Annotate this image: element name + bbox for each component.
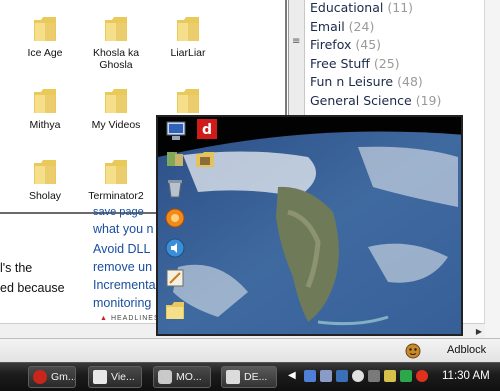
folder-icon — [34, 89, 56, 113]
my-computer-icon[interactable] — [165, 120, 187, 142]
tray-expand-icon[interactable]: ◀ — [288, 370, 300, 382]
body-text-line: ed because — [0, 281, 65, 295]
folder-shortcut-icon[interactable] — [194, 148, 216, 170]
tray-app-icon[interactable] — [352, 370, 364, 382]
body-text-line: l's the — [0, 261, 33, 275]
tray-app-icon[interactable] — [384, 370, 396, 382]
folder-label: Sholay — [28, 190, 62, 202]
category-label: Fun n Leisure — [310, 74, 394, 89]
category-item[interactable]: General Science (19) — [310, 93, 441, 112]
category-list: Educational (11) Email (24) Firefox (45)… — [310, 0, 441, 111]
category-label: Firefox — [310, 37, 352, 52]
folder-label: LiarLiar — [170, 47, 206, 59]
folder-label: Terminator2 — [88, 190, 144, 202]
category-item[interactable]: Firefox (45) — [310, 37, 441, 56]
tray-app-icon[interactable] — [304, 370, 316, 382]
window-icon — [226, 370, 240, 384]
vertical-scrollbar[interactable] — [484, 0, 500, 338]
gmail-icon — [33, 370, 47, 384]
category-count: (48) — [397, 74, 423, 89]
category-count: (19) — [415, 92, 442, 108]
taskbar: Gm... Vie... MO... DE... ◀ 11:30 AM — [0, 362, 500, 391]
tray-app-icon[interactable] — [400, 370, 412, 382]
taskbar-button-viewer[interactable]: Vie... — [88, 366, 142, 388]
category-label: Free Stuff — [310, 55, 370, 71]
speaker-icon[interactable] — [164, 237, 186, 259]
folder-icon — [177, 17, 199, 41]
scroll-right-arrow-icon[interactable]: ▶ — [473, 326, 485, 338]
category-item[interactable]: Fun n Leisure (48) — [310, 74, 441, 93]
headlines-mark-icon: ▲ — [100, 315, 108, 322]
category-item[interactable]: Free Stuff (25) — [310, 56, 441, 75]
folder-item[interactable]: Ice Age — [5, 14, 85, 59]
adblock-icon[interactable] — [405, 343, 421, 359]
svg-text:d: d — [202, 122, 212, 138]
folder-icon — [34, 17, 56, 41]
adblock-label[interactable]: Adblock — [447, 344, 486, 356]
article-link[interactable]: remove un — [93, 260, 152, 274]
category-label: Email — [310, 18, 345, 34]
article-link[interactable]: what you n — [93, 222, 153, 236]
headlines-logo: ▲ HEADLINES — [100, 315, 160, 322]
folder-item[interactable]: Sholay — [5, 157, 85, 202]
taskbar-button-de[interactable]: DE... — [221, 366, 277, 388]
folder-icon — [177, 89, 199, 113]
article-link[interactable]: monitoring — [93, 296, 151, 310]
folder-item[interactable]: LiarLiar — [148, 14, 228, 59]
folder-item[interactable]: Mithya — [5, 86, 85, 131]
category-count: (45) — [355, 37, 382, 52]
status-bar: Adblock — [0, 338, 500, 363]
folder-label: My Videos — [91, 119, 141, 131]
folder-item[interactable]: Terminator2 — [76, 157, 156, 202]
category-count: (25) — [373, 55, 400, 71]
category-count: (11) — [387, 0, 414, 15]
taskbar-clock[interactable]: 11:30 AM — [442, 370, 490, 382]
folder-label: Khosla ka Ghosla — [92, 47, 140, 71]
media-player-icon[interactable] — [164, 206, 186, 228]
notepad-icon[interactable] — [164, 267, 186, 289]
digg-icon[interactable]: d — [196, 118, 218, 140]
grip-icon: ≡ — [292, 36, 301, 47]
folder-label: Mithya — [29, 119, 61, 131]
tray-app-icon[interactable] — [320, 370, 332, 382]
category-item[interactable]: Email (24) — [310, 19, 441, 38]
tray-app-icon[interactable] — [368, 370, 380, 382]
taskbar-button-mo[interactable]: MO... — [153, 366, 211, 388]
desktop-folder-icon[interactable] — [164, 299, 186, 321]
category-item[interactable]: Educational (11) — [310, 0, 441, 19]
folder-item[interactable]: Khosla ka Ghosla — [76, 14, 156, 71]
article-link[interactable]: save page — [93, 206, 144, 218]
folder-item[interactable] — [148, 86, 228, 116]
article-link[interactable]: Incremental — [93, 278, 158, 292]
desktop-preview: d — [156, 115, 463, 336]
folder-icon — [105, 160, 127, 184]
category-label: General Science — [310, 92, 412, 108]
drive-icon — [158, 370, 172, 384]
network-tray-icon[interactable] — [336, 370, 348, 382]
folder-icon — [105, 17, 127, 41]
article-link[interactable]: Avoid DLL — [93, 242, 150, 256]
folder-icon — [105, 89, 127, 113]
document-icon — [93, 370, 107, 384]
recycle-bin-icon[interactable] — [164, 177, 186, 199]
folder-item[interactable]: My Videos — [76, 86, 156, 131]
folder-icon — [34, 160, 56, 184]
network-icon[interactable] — [164, 148, 186, 170]
tray-app-icon[interactable] — [416, 370, 428, 382]
taskbar-button-gmail[interactable]: Gm... — [28, 366, 76, 388]
category-label: Educational — [310, 0, 384, 15]
category-count: (24) — [348, 18, 375, 34]
folder-label: Ice Age — [27, 47, 63, 59]
